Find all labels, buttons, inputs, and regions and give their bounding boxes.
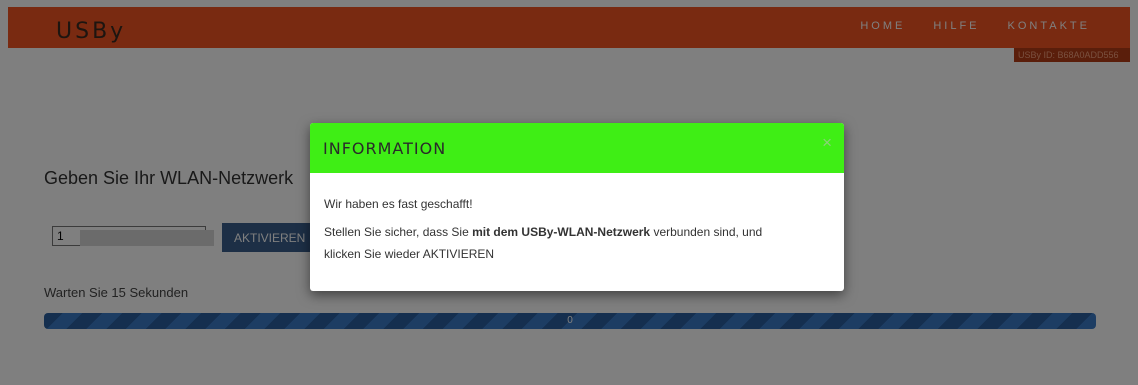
message-network-name: mit dem USBy-WLAN-Netzwerk (472, 225, 651, 239)
modal-header: INFORMATION × (310, 123, 844, 173)
modal-title: INFORMATION (323, 139, 447, 158)
message-prefix: Stellen Sie sicher, dass Sie (324, 225, 473, 239)
message-line3: klicken Sie wieder AKTIVIEREN (324, 247, 495, 261)
information-modal: INFORMATION × Wir haben es fast geschaff… (310, 123, 844, 291)
modal-message-line2: Stellen Sie sicher, dass Sie mit dem USB… (324, 221, 830, 265)
message-suffix: verbunden sind, und (650, 225, 763, 239)
modal-body: Wir haben es fast geschafft! Stellen Sie… (310, 173, 844, 265)
close-icon[interactable]: × (822, 133, 832, 153)
modal-message-line1: Wir haben es fast geschafft! (324, 197, 473, 211)
